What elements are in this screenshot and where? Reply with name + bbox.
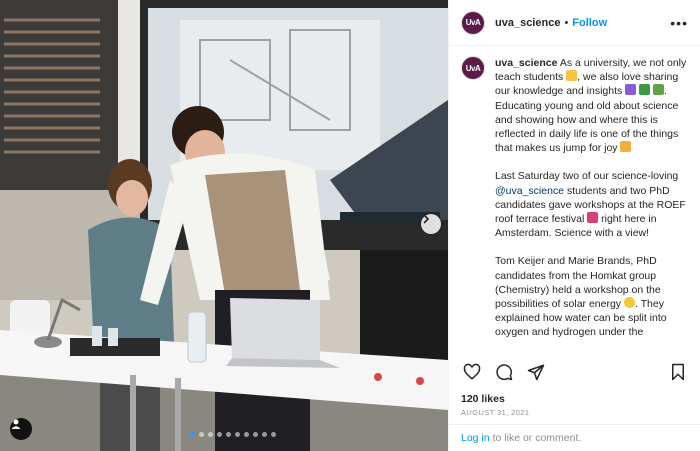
tagged-users-button[interactable] (10, 418, 32, 440)
next-photo-button[interactable] (421, 214, 441, 234)
post-date[interactable]: AUGUST 31, 2021 (461, 408, 529, 417)
caption-text: Last Saturday two of our science-loving (495, 170, 679, 183)
carousel-dot (253, 432, 258, 437)
carousel-dot (199, 432, 204, 437)
caption-avatar[interactable]: UvA (461, 56, 485, 80)
carousel-dot (217, 432, 222, 437)
photo-scene (0, 0, 448, 451)
login-prompt: Log in to like or comment. (449, 424, 700, 451)
bookmark-icon (672, 363, 684, 381)
login-link[interactable]: Log in (461, 432, 490, 444)
user-icon (11, 419, 21, 429)
plant-emoji-icon (639, 84, 651, 96)
caption-paragraph: Last Saturday two of our science-loving … (495, 169, 693, 240)
follow-button[interactable]: Follow (572, 17, 607, 29)
login-prompt-text: to like or comment. (492, 432, 582, 444)
carousel-indicator (190, 432, 276, 437)
comment-button[interactable] (493, 361, 515, 383)
like-button[interactable] (461, 361, 483, 383)
more-options-icon[interactable]: ••• (670, 15, 688, 31)
carousel-dot (190, 432, 195, 437)
header-username[interactable]: uva_science (495, 17, 560, 29)
likes-count[interactable]: 120 likes (461, 393, 505, 405)
carousel-dot (226, 432, 231, 437)
carousel-dot (244, 432, 249, 437)
avatar-text: UvA (465, 18, 481, 27)
share-button[interactable] (525, 361, 547, 383)
carousel-dot (262, 432, 267, 437)
sun-emoji-icon (623, 297, 635, 309)
caption-paragraph: uva_science As a university, we not only… (495, 56, 693, 155)
caption-username[interactable]: uva_science (495, 57, 557, 69)
carousel-dot (235, 432, 240, 437)
caption-body: uva_science As a university, we not only… (495, 56, 693, 356)
share-icon (527, 364, 545, 381)
heart-icon (463, 363, 481, 380)
festival-emoji-icon (587, 212, 599, 224)
post-header: UvA uva_science • Follow ••• (449, 0, 700, 46)
microscope-emoji-icon (625, 84, 637, 96)
dna-emoji-icon (653, 84, 665, 96)
caption: UvA uva_science As a university, we not … (461, 56, 693, 356)
laughing-emoji-icon (566, 70, 578, 82)
post-photo[interactable] (0, 0, 448, 451)
post-actions (461, 361, 689, 383)
header-separator: • (564, 16, 569, 29)
avatar-text: UvA (465, 63, 481, 73)
joy-emoji-icon (620, 141, 632, 153)
carousel-dot (271, 432, 276, 437)
carousel-dot (208, 432, 213, 437)
chevron-right-icon (423, 214, 430, 224)
mention-link[interactable]: @uva_science (495, 185, 564, 197)
post-side-panel: UvA uva_science • Follow ••• UvA uva_sci… (448, 0, 700, 451)
caption-paragraph: Tom Keijer and Marie Brands, PhD candida… (495, 254, 693, 339)
save-button[interactable] (667, 361, 689, 383)
avatar[interactable]: UvA (461, 10, 485, 35)
comment-icon (496, 364, 513, 381)
